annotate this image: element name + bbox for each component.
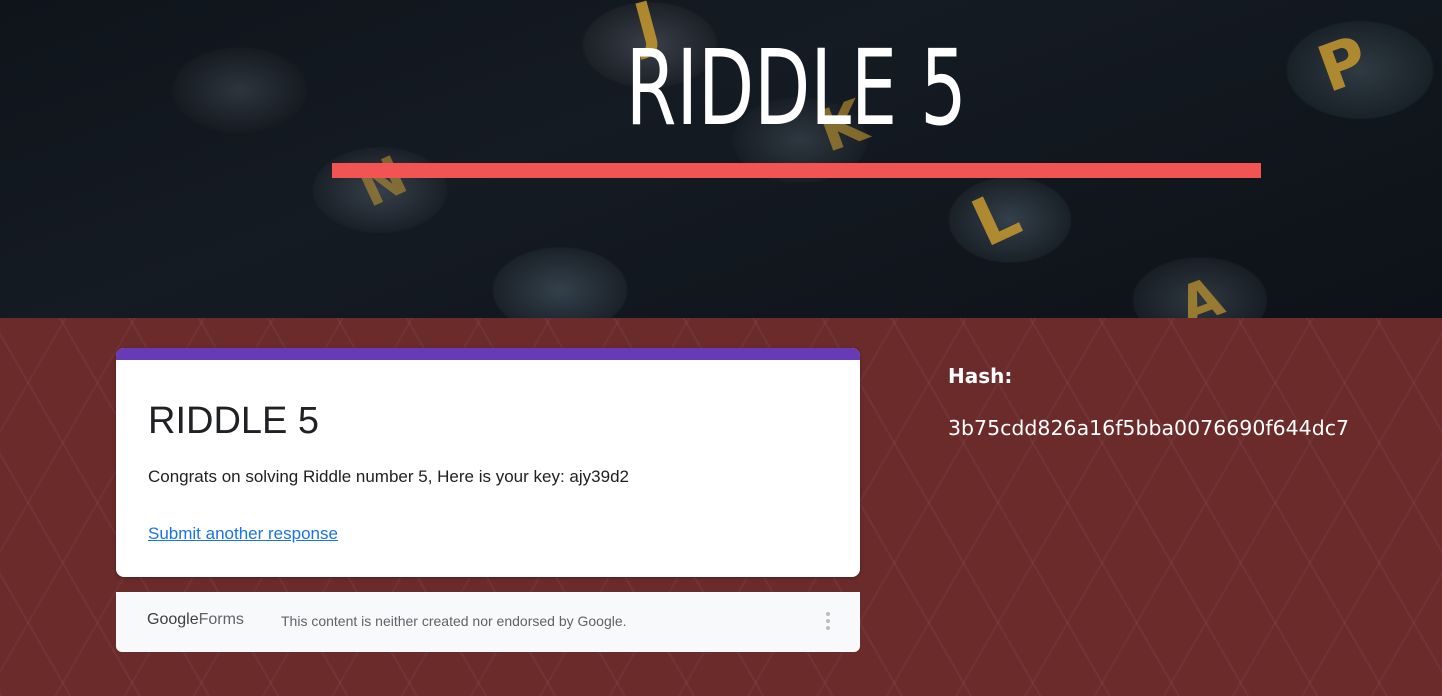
hash-value: 3b75cdd826a16f5bba0076690f644dc7: [948, 416, 1350, 440]
page-title: RIDDLE 5: [625, 27, 967, 149]
google-forms-logo[interactable]: GoogleForms: [147, 611, 244, 629]
key-n-icon: N: [348, 143, 417, 220]
form-confirmation-card: RIDDLE 5 Congrats on solving Riddle numb…: [116, 348, 860, 577]
hero-banner: J P L K N A RIDDLE 5: [0, 0, 1442, 338]
key-p-icon: P: [1308, 22, 1379, 108]
form-title: RIDDLE 5: [148, 400, 320, 442]
confirmation-message: Congrats on solving Riddle number 5, Her…: [148, 467, 629, 486]
disclaimer-text: This content is neither created nor endo…: [281, 613, 627, 629]
card-accent-bar: [116, 348, 860, 360]
submit-another-response-link[interactable]: Submit another response: [148, 524, 338, 544]
hash-label: Hash:: [948, 364, 1013, 388]
title-underline: [332, 163, 1261, 178]
logo-google-text: Google: [147, 611, 199, 628]
more-vert-icon[interactable]: [822, 610, 834, 634]
forms-footer: GoogleForms This content is neither crea…: [116, 592, 860, 652]
key-l-icon: L: [960, 174, 1032, 263]
logo-forms-text: Forms: [198, 611, 244, 628]
